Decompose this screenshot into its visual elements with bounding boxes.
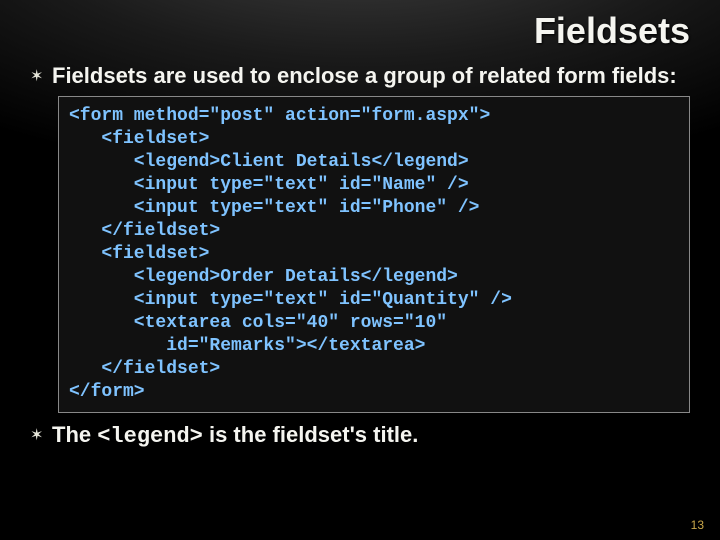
code-line: <legend>Client Details</legend> [69, 152, 469, 172]
code-block: <form method="post" action="form.aspx"> … [58, 96, 690, 413]
bullet-1-lead: Fieldsets [52, 63, 147, 88]
bullet-2-rest: is the fieldset's title. [203, 422, 419, 447]
bullet-1: Fieldsets are used to enclose a group of… [30, 62, 690, 90]
code-line: </form> [69, 382, 145, 402]
slide-title: Fieldsets [0, 0, 720, 56]
code-line: <input type="text" id="Name" /> [69, 175, 469, 195]
code-line: <fieldset> [69, 129, 209, 149]
code-line: <textarea cols="40" rows="10" [69, 313, 447, 333]
code-line: <legend>Order Details</legend> [69, 267, 458, 287]
slide-body: Fieldsets are used to enclose a group of… [0, 56, 720, 450]
star-icon [30, 427, 48, 445]
bullet-2-text: The <legend> is the fieldset's title. [52, 421, 418, 451]
bullet-2-mono: <legend> [97, 424, 203, 449]
bullet-2-lead: The [52, 422, 97, 447]
code-line: <input type="text" id="Phone" /> [69, 198, 479, 218]
code-line: id="Remarks"></textarea> [69, 336, 425, 356]
bullet-1-text: Fieldsets are used to enclose a group of… [52, 62, 677, 90]
code-line: </fieldset> [69, 221, 220, 241]
bullet-2: The <legend> is the fieldset's title. [30, 421, 690, 451]
bullet-1-rest: are used to enclose a group of related f… [147, 63, 676, 88]
page-number: 13 [691, 518, 704, 532]
code-line: <fieldset> [69, 244, 209, 264]
code-line: </fieldset> [69, 359, 220, 379]
star-icon [30, 68, 48, 86]
code-line: <input type="text" id="Quantity" /> [69, 290, 512, 310]
code-line: <form method="post" action="form.aspx"> [69, 106, 490, 126]
